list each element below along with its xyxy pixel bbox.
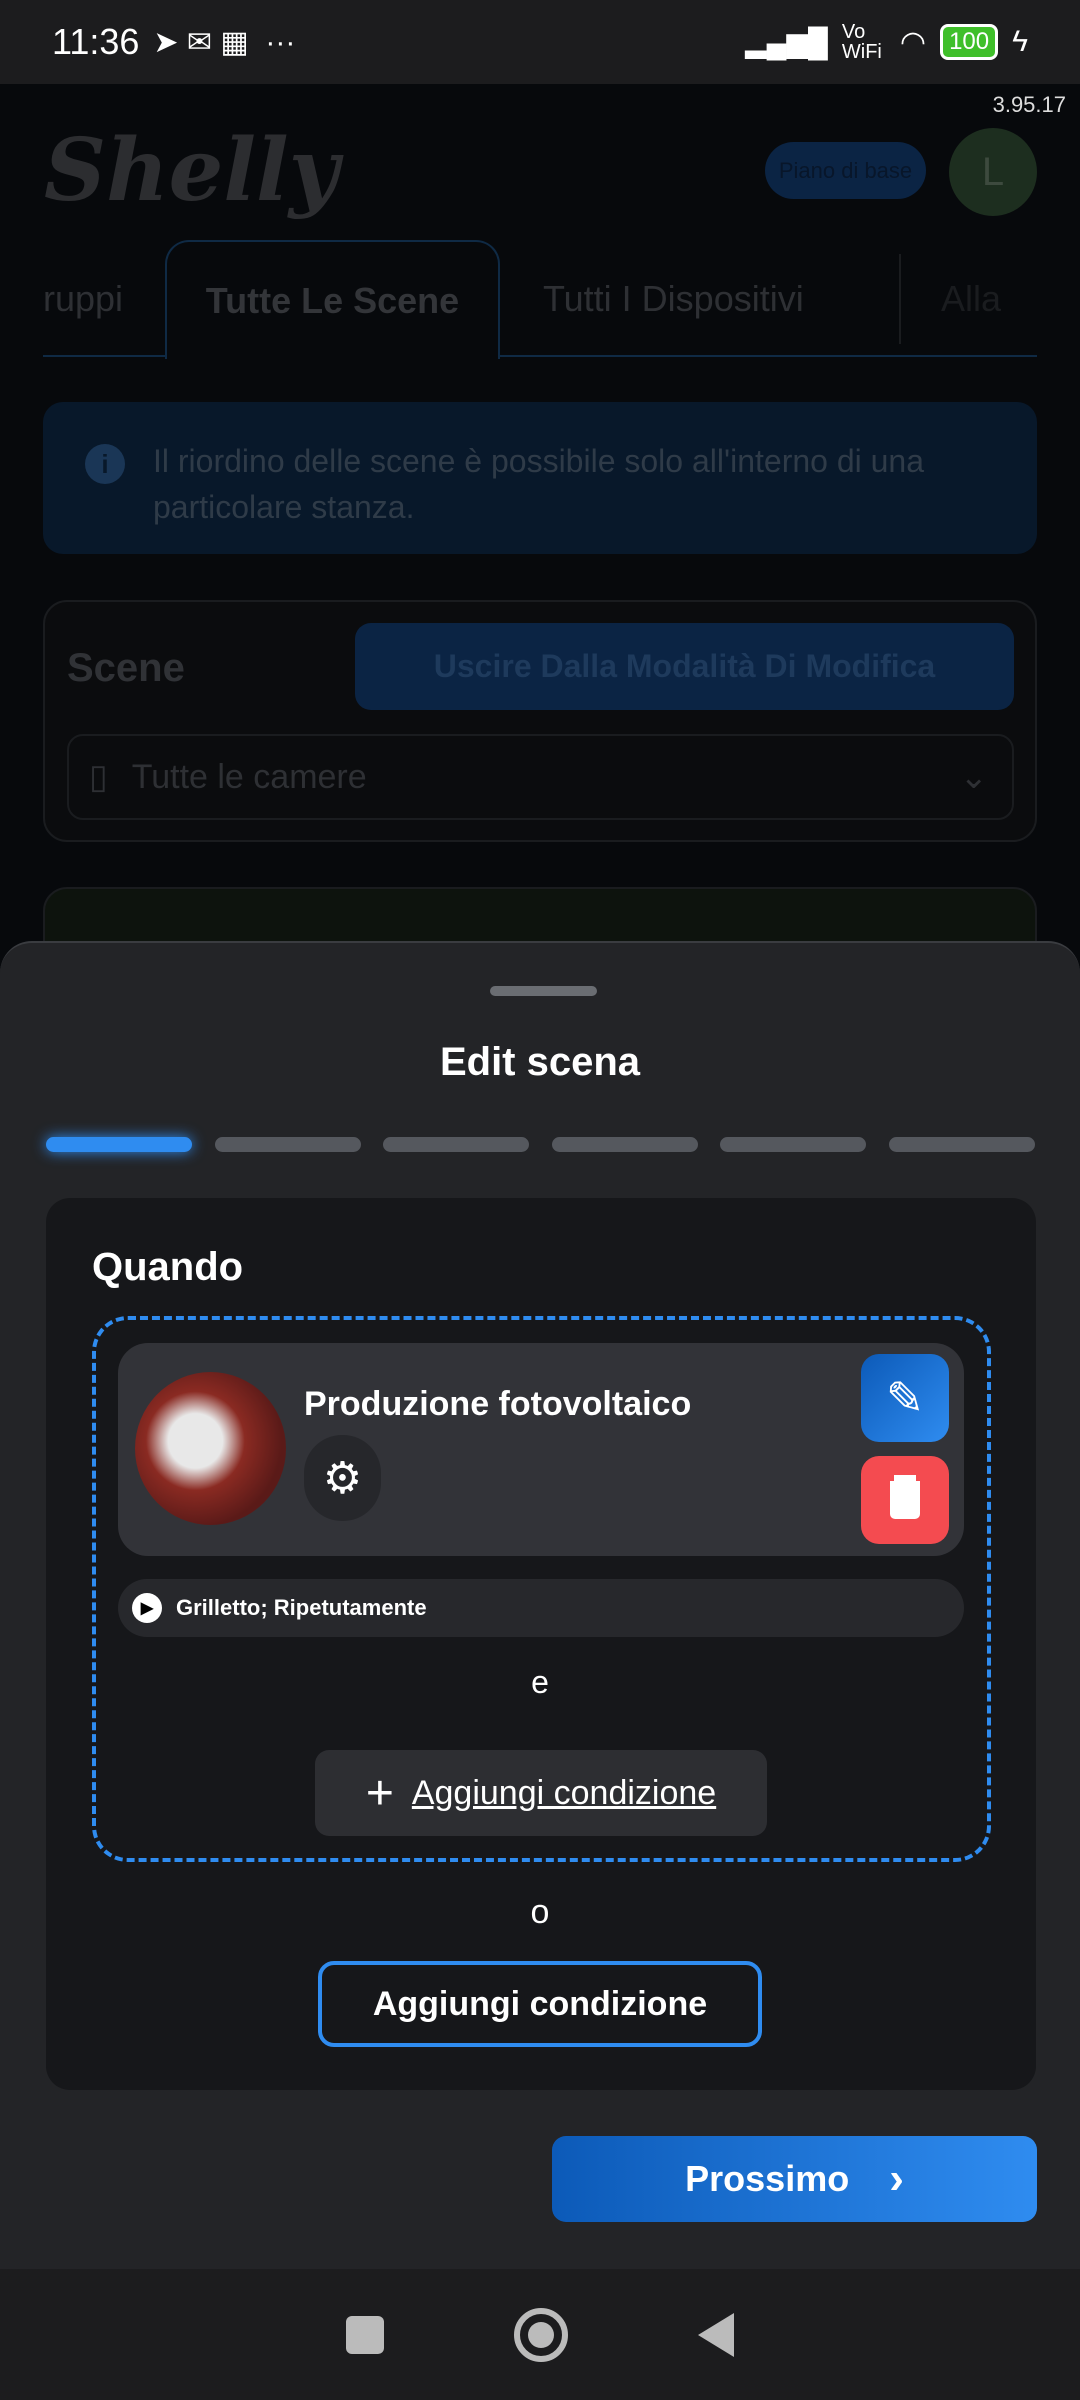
add-condition-inline-button[interactable]: + Aggiungi condizione <box>315 1750 767 1836</box>
step-indicator-active <box>46 1137 192 1152</box>
tab-tutte-le-scene[interactable]: Tutte Le Scene <box>165 240 500 359</box>
room-select[interactable]: ▯ Tutte le camere ⌄ <box>67 734 1014 820</box>
settings-gear-button[interactable]: ⚙ <box>304 1435 381 1521</box>
tab-gruppi[interactable]: ruppi <box>43 240 123 357</box>
edit-condition-button[interactable]: ✎ <box>861 1354 949 1442</box>
step-indicator <box>889 1137 1035 1152</box>
recents-button[interactable] <box>346 2315 384 2354</box>
device-photo <box>135 1372 286 1525</box>
vowifi-label: Vo WiFi <box>841 21 882 63</box>
drag-handle[interactable] <box>490 986 597 996</box>
plus-icon: + <box>365 1766 394 1820</box>
and-label: e <box>531 1664 549 1700</box>
step-indicator <box>215 1137 361 1152</box>
step-indicator <box>720 1137 866 1152</box>
tab-bar: ruppi Tutte Le Scene Tutti I Dispositivi… <box>43 240 1037 359</box>
step-indicator <box>552 1137 698 1152</box>
avatar[interactable]: L <box>949 128 1037 216</box>
condition-card: Produzione fotovoltaico ⚙ ✎ <box>118 1343 964 1556</box>
trigger-pill[interactable]: ▶ Grilletto; Ripetutamente <box>118 1579 964 1637</box>
door-icon: ▯ <box>89 758 108 796</box>
next-button[interactable]: Prossimo › <box>552 2136 1037 2222</box>
charging-icon: ϟ <box>1012 25 1028 58</box>
delete-condition-button[interactable] <box>861 1456 949 1544</box>
next-button-label: Prossimo <box>685 2158 850 2199</box>
chevron-right-icon: › <box>889 2154 904 2203</box>
trigger-text: Grilletto; Ripetutamente <box>176 1595 427 1620</box>
add-condition-inline-label: Aggiungi condizione <box>411 1773 717 1812</box>
pencil-icon: ✎ <box>885 1372 925 1424</box>
back-button[interactable] <box>698 2312 734 2357</box>
room-select-value: Tutte le camere <box>131 757 367 796</box>
notification-icons: ➤ ✉ ▦ ··· <box>153 25 296 59</box>
step-indicator <box>383 1137 529 1152</box>
section-title: Quando <box>92 1245 244 1289</box>
scenes-panel: Scene Uscire Dalla Modalità Di Modifica … <box>43 600 1037 842</box>
status-time: 11:36 <box>52 21 140 62</box>
shelly-logo: Shelly <box>44 120 339 221</box>
scenes-title: Scene <box>67 646 185 690</box>
signal-icon: ▂▄▆█ <box>745 26 828 58</box>
wifi-icon: ◠ <box>899 25 927 59</box>
sheet-title: Edit scena <box>439 1040 641 1084</box>
trash-icon <box>890 1481 920 1519</box>
home-button[interactable] <box>514 2307 568 2362</box>
app-version: 3.95.17 <box>992 92 1066 117</box>
plan-badge[interactable]: Piano di base <box>765 142 926 199</box>
info-icon: i <box>85 444 125 484</box>
exit-edit-mode-button[interactable]: Uscire Dalla Modalità Di Modifica <box>355 623 1014 710</box>
or-label: o <box>530 1893 550 1931</box>
add-condition-button[interactable]: Aggiungi condizione <box>318 1961 762 2047</box>
device-name: Produzione fotovoltaico <box>304 1385 692 1423</box>
battery-icon: 100 <box>940 24 999 60</box>
info-text: Il riordino delle scene è possibile solo… <box>153 443 925 525</box>
tab-tutti-i-dispositivi[interactable]: Tutti I Dispositivi <box>543 240 804 357</box>
gear-icon: ⚙ <box>322 1453 363 1503</box>
tab-alla[interactable]: Alla <box>899 254 1001 344</box>
system-nav-bar <box>0 2269 1080 2400</box>
play-icon: ▶ <box>132 1593 162 1623</box>
chevron-down-icon: ⌄ <box>959 758 989 796</box>
status-bar: 11:36 ➤ ✉ ▦ ··· ▂▄▆█ Vo WiFi ◠ 100 ϟ <box>0 0 1080 84</box>
info-banner: i Il riordino delle scene è possibile so… <box>43 402 1037 554</box>
